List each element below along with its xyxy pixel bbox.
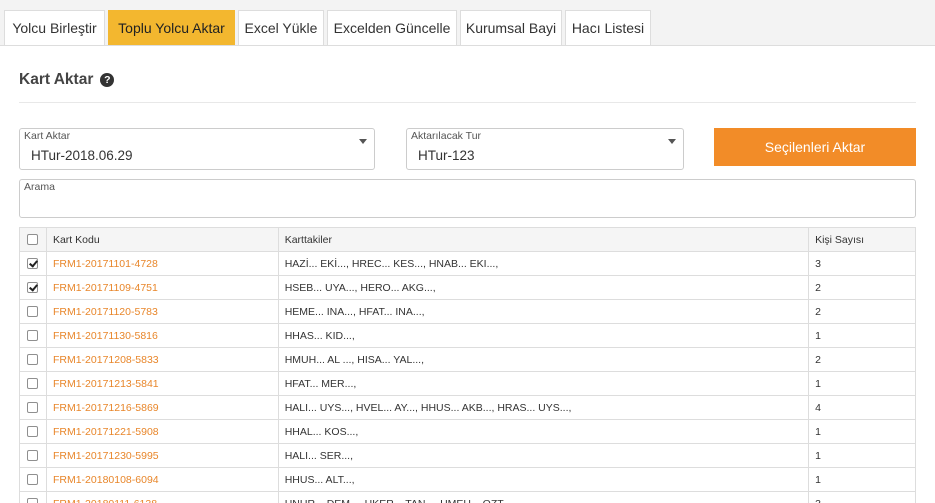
card-holders: HHAL... KOS...,: [277, 419, 810, 444]
row-select-cell: [19, 275, 47, 300]
person-count: 3: [808, 491, 916, 503]
kart-aktar-panel: Kart Aktar ? Kart Aktar HTur-2018.06.29 …: [0, 45, 935, 503]
table-row[interactable]: FRM1-20171130-5816 HHAS... KID..., 1: [19, 323, 916, 348]
aktarilacak-tur-select[interactable]: Aktarılacak Tur HTur-123: [406, 128, 684, 170]
card-holders: HSEB... UYA..., HERO... AKG...,: [277, 275, 810, 300]
card-holders: HEME... INA..., HFAT... INA...,: [277, 299, 810, 324]
tab-excelden-guncelle[interactable]: Excelden Güncelle: [327, 10, 457, 46]
select-all-checkbox[interactable]: [27, 234, 39, 246]
aktarilacak-tur-label: Aktarılacak Tur: [411, 130, 482, 142]
kart-aktar-value: HTur-2018.06.29: [31, 148, 133, 163]
kart-aktar-label: Kart Aktar: [24, 130, 71, 142]
table-row[interactable]: FRM1-20171230-5995 HALI... SER..., 1: [19, 443, 916, 468]
table-row[interactable]: FRM1-20171216-5869 HALI... UYS..., HVEL..…: [19, 395, 916, 420]
header-kart-kodu[interactable]: Kart Kodu: [45, 227, 279, 252]
person-count: 2: [808, 299, 916, 324]
transfer-selected-button[interactable]: Seçilenleri Aktar: [714, 128, 916, 166]
row-checkbox[interactable]: [27, 498, 39, 503]
tab-toplu-yolcu-aktar[interactable]: Toplu Yolcu Aktar: [108, 10, 235, 46]
card-code[interactable]: FRM1-20171208-5833: [45, 347, 279, 372]
row-checkbox[interactable]: [27, 306, 39, 318]
table-row[interactable]: FRM1-20180108-6094 HHUS... ALT..., 1: [19, 467, 916, 492]
card-code[interactable]: FRM1-20180108-6094: [45, 467, 279, 492]
card-code[interactable]: FRM1-20171230-5995: [45, 443, 279, 468]
person-count: 2: [808, 347, 916, 372]
divider: [19, 102, 916, 103]
card-code[interactable]: FRM1-20171216-5869: [45, 395, 279, 420]
card-holders: HALI... UYS..., HVEL... AY..., HHUS... A…: [277, 395, 810, 420]
tab-yolcu-birlestir[interactable]: Yolcu Birleştir: [4, 10, 105, 46]
chevron-down-icon: [359, 139, 367, 144]
tab-excel-yukle[interactable]: Excel Yükle: [238, 10, 324, 46]
row-select-cell: [19, 395, 47, 420]
row-checkbox[interactable]: [27, 378, 39, 390]
card-code[interactable]: FRM1-20171101-4728: [45, 251, 279, 276]
table-header-row: Kart Kodu Karttakiler Kişi Sayısı: [19, 227, 916, 252]
person-count: 1: [808, 443, 916, 468]
card-code[interactable]: FRM1-20171120-5783: [45, 299, 279, 324]
person-count: 2: [808, 275, 916, 300]
card-code[interactable]: FRM1-20171109-4751: [45, 275, 279, 300]
page-title: Kart Aktar: [19, 71, 94, 88]
card-code[interactable]: FRM1-20171221-5908: [45, 419, 279, 444]
row-select-cell: [19, 323, 47, 348]
tab-haci-listesi[interactable]: Hacı Listesi: [565, 10, 651, 46]
card-holders: HHAS... KID...,: [277, 323, 810, 348]
row-checkbox[interactable]: [27, 330, 39, 342]
person-count: 1: [808, 323, 916, 348]
person-count: 4: [808, 395, 916, 420]
person-count: 1: [808, 419, 916, 444]
aktarilacak-tur-value: HTur-123: [418, 148, 475, 163]
person-count: 1: [808, 371, 916, 396]
row-select-cell: [19, 371, 47, 396]
row-select-cell: [19, 299, 47, 324]
question-circle-icon[interactable]: ?: [100, 73, 115, 87]
panel-header: Kart Aktar ?: [19, 70, 115, 90]
card-holders: HALI... SER...,: [277, 443, 810, 468]
card-holders: HNUR... DEM..., HKER... TAN..., HMEH... …: [277, 491, 810, 503]
table-row[interactable]: FRM1-20171208-5833 HMUH... AL ..., HISA..…: [19, 347, 916, 372]
row-checkbox[interactable]: [27, 450, 39, 462]
card-holders: HHUS... ALT...,: [277, 467, 810, 492]
table-row[interactable]: FRM1-20171221-5908 HHAL... KOS..., 1: [19, 419, 916, 444]
search-input[interactable]: Arama: [19, 179, 916, 218]
card-code[interactable]: FRM1-20180111-6138: [45, 491, 279, 503]
header-karttakiler[interactable]: Karttakiler: [277, 227, 810, 252]
table-row[interactable]: FRM1-20171109-4751 HSEB... UYA..., HERO..…: [19, 275, 916, 300]
row-checkbox[interactable]: [27, 282, 39, 294]
person-count: 3: [808, 251, 916, 276]
person-count: 1: [808, 467, 916, 492]
table-row[interactable]: FRM1-20171213-5841 HFAT... MER..., 1: [19, 371, 916, 396]
row-select-cell: [19, 251, 47, 276]
chevron-down-icon: [668, 139, 676, 144]
tab-kurumsal-bayi[interactable]: Kurumsal Bayi: [460, 10, 562, 46]
select-all-cell: [19, 227, 47, 252]
card-code[interactable]: FRM1-20171130-5816: [45, 323, 279, 348]
search-label: Arama: [24, 181, 55, 193]
row-checkbox[interactable]: [27, 426, 39, 438]
row-select-cell: [19, 491, 47, 503]
card-table: Kart Kodu Karttakiler Kişi Sayısı FRM1-2…: [19, 227, 916, 503]
table-row[interactable]: FRM1-20180111-6138HNUR... DEM..., HKER..…: [19, 491, 916, 503]
tab-bar: Yolcu Birleştir Toplu Yolcu Aktar Excel …: [0, 0, 935, 46]
row-checkbox[interactable]: [27, 258, 39, 270]
row-select-cell: [19, 443, 47, 468]
kart-aktar-select[interactable]: Kart Aktar HTur-2018.06.29: [19, 128, 375, 170]
table-row[interactable]: FRM1-20171120-5783 HEME... INA..., HFAT..…: [19, 299, 916, 324]
row-select-cell: [19, 419, 47, 444]
row-checkbox[interactable]: [27, 354, 39, 366]
table-row[interactable]: FRM1-20171101-4728 HAZİ... EKİ..., HREC..…: [19, 251, 916, 276]
card-holders: HFAT... MER...,: [277, 371, 810, 396]
card-holders: HMUH... AL ..., HISA... YAL...,: [277, 347, 810, 372]
row-select-cell: [19, 347, 47, 372]
row-select-cell: [19, 467, 47, 492]
header-kisi-sayisi[interactable]: Kişi Sayısı: [808, 227, 916, 252]
row-checkbox[interactable]: [27, 402, 39, 414]
card-holders: HAZİ... EKİ..., HREC... KES..., HNAB... …: [277, 251, 810, 276]
row-checkbox[interactable]: [27, 474, 39, 486]
card-code[interactable]: FRM1-20171213-5841: [45, 371, 279, 396]
